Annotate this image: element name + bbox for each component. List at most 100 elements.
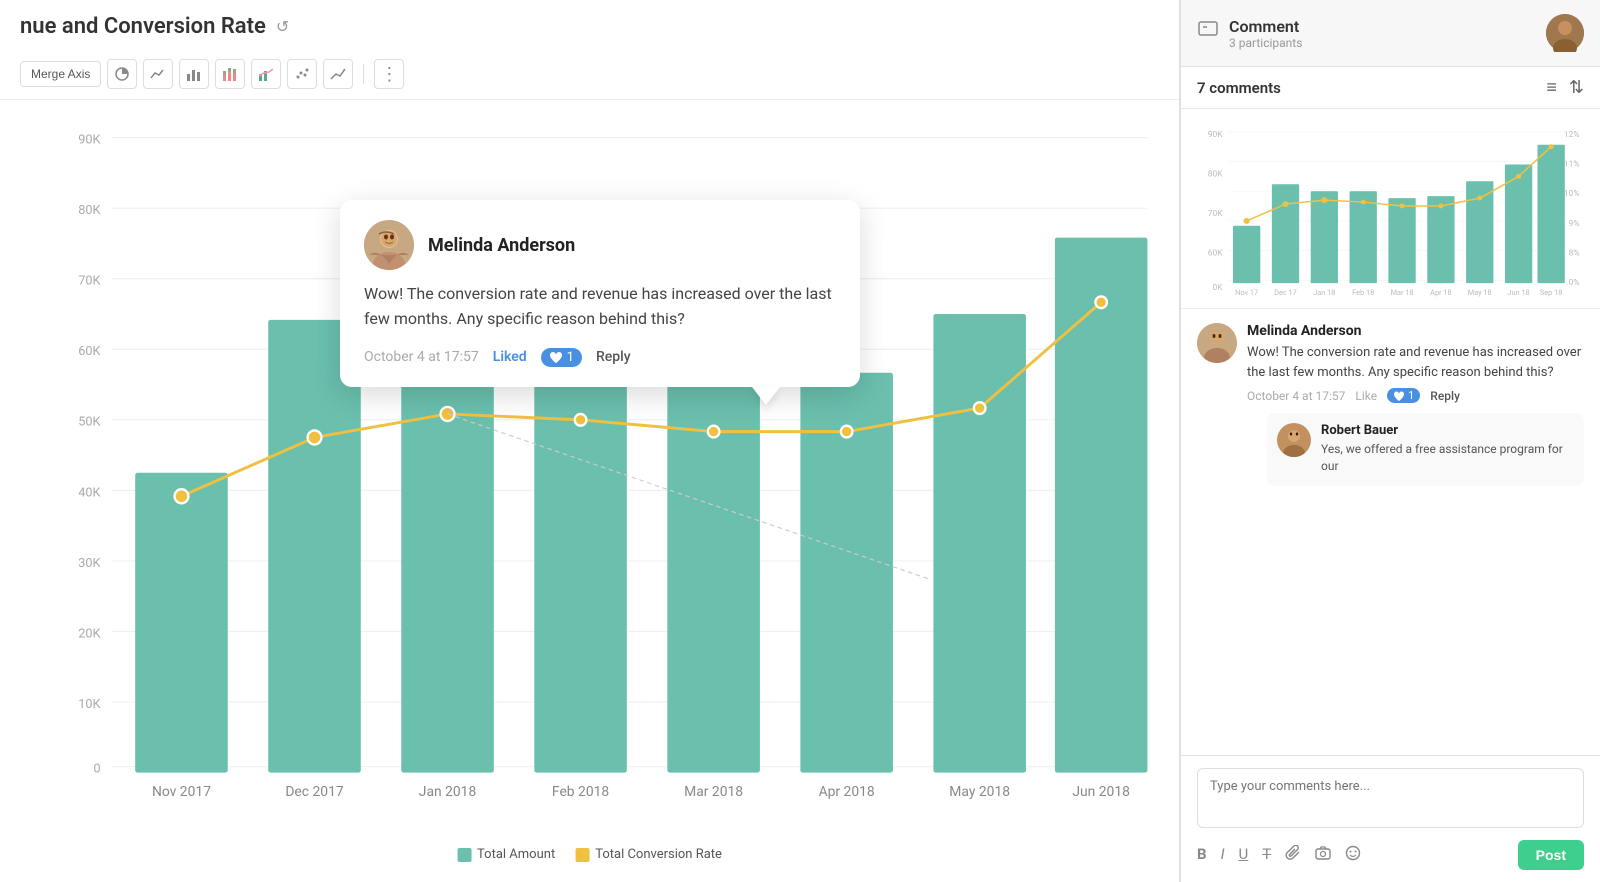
svg-text:60K: 60K — [78, 344, 101, 359]
svg-text:0K: 0K — [1213, 282, 1224, 292]
svg-text:Nov 2017: Nov 2017 — [152, 784, 211, 800]
svg-text:Jun 18: Jun 18 — [1507, 288, 1529, 297]
comment-input-area: B I U T Post — [1181, 755, 1600, 882]
post-button[interactable]: Post — [1518, 840, 1584, 870]
reply-body: Robert Bauer Yes, we offered a free assi… — [1321, 423, 1574, 476]
svg-text:60K: 60K — [1208, 248, 1224, 258]
svg-text:Jun 2018: Jun 2018 — [1072, 784, 1130, 800]
legend-conversion-rate: Total Conversion Rate — [575, 847, 722, 862]
chart-title: nue and Conversion Rate — [20, 14, 266, 39]
popup-reply-button[interactable]: Reply — [596, 349, 631, 365]
comment-panel-actions: ≡ ⇅ — [1546, 77, 1584, 98]
bar-chart-icon[interactable] — [179, 59, 209, 89]
svg-text:Jan 2018: Jan 2018 — [419, 784, 477, 800]
svg-text:Mar 2018: Mar 2018 — [684, 784, 743, 800]
comment-panel-title-group: Comment 3 participants — [1229, 17, 1302, 50]
refresh-icon[interactable]: ↺ — [276, 17, 296, 37]
legend-amount-label: Total Amount — [477, 847, 555, 862]
comment-panel-title: Comment — [1229, 17, 1302, 36]
scatter-chart-icon[interactable] — [287, 59, 317, 89]
comment-body: Melinda Anderson Wow! The conversion rat… — [1247, 323, 1584, 486]
emoji-icon[interactable] — [1345, 845, 1361, 865]
comment-panel: Comment 3 participants 7 comments ≡ ⇅ 12… — [1180, 0, 1600, 882]
pie-chart-icon[interactable] — [107, 59, 137, 89]
popup-actions: October 4 at 17:57 Liked 1 Reply — [364, 348, 836, 367]
svg-text:Dec 17: Dec 17 — [1274, 288, 1297, 297]
chart-legend: Total Amount Total Conversion Rate — [457, 847, 722, 862]
chart-toolbar: Merge Axis ⋮ — [0, 53, 1179, 100]
comment-panel-header: Comment 3 participants — [1181, 0, 1600, 67]
svg-text:20K: 20K — [78, 626, 101, 641]
reply-item: Robert Bauer Yes, we offered a free assi… — [1267, 413, 1584, 486]
stacked-bar-icon[interactable] — [215, 59, 245, 89]
svg-text:May 2018: May 2018 — [949, 784, 1010, 800]
svg-text:30K: 30K — [78, 556, 101, 571]
svg-text:May 18: May 18 — [1468, 288, 1492, 297]
popup-like-count: 1 — [541, 348, 582, 367]
comments-list: Melinda Anderson Wow! The conversion rat… — [1181, 309, 1600, 755]
reply-avatar-robert — [1277, 423, 1311, 457]
popup-user: Melinda Anderson — [364, 220, 836, 270]
line-chart-icon[interactable] — [143, 59, 173, 89]
svg-text:10%: 10% — [1564, 188, 1580, 198]
chart-area: 90K 80K 70K 60K 50K 40K 30K 20K 10K 0 — [0, 100, 1179, 882]
comment-panel-subtitle: 3 participants — [1229, 36, 1302, 50]
comment-toolbar: B I U T Post — [1197, 840, 1584, 870]
trend-icon[interactable] — [323, 59, 353, 89]
legend-amount-color — [457, 848, 471, 862]
svg-text:0%: 0% — [1569, 277, 1580, 287]
svg-text:80K: 80K — [78, 203, 101, 218]
comment-popup: Melinda Anderson Wow! The conversion rat… — [340, 200, 860, 387]
svg-text:Nov 17: Nov 17 — [1235, 288, 1258, 297]
comment-like-button[interactable]: Like — [1355, 389, 1377, 403]
svg-text:8%: 8% — [1569, 248, 1580, 258]
svg-text:Dec 2017: Dec 2017 — [285, 784, 343, 800]
chart-header: nue and Conversion Rate ↺ — [0, 0, 1179, 53]
comment-like-badge: 1 — [1387, 388, 1420, 403]
legend-conversion-color — [575, 848, 589, 862]
legend-conversion-label: Total Conversion Rate — [595, 847, 722, 862]
toolbar-separator — [363, 64, 364, 84]
bold-icon[interactable]: B — [1197, 845, 1207, 865]
comment-panel-bar: 7 comments ≡ ⇅ — [1181, 67, 1600, 109]
italic-icon[interactable]: I — [1221, 845, 1225, 865]
svg-text:Mar 18: Mar 18 — [1391, 288, 1414, 297]
comment-avatar-melinda — [1197, 323, 1237, 363]
combo-chart-icon[interactable] — [251, 59, 281, 89]
svg-text:70K: 70K — [1208, 208, 1224, 218]
comment-author: Melinda Anderson — [1247, 323, 1584, 339]
sort-icon[interactable]: ⇅ — [1569, 77, 1584, 98]
mini-chart: 12% 11% 10% 9% 8% 0% 90K 80K 70K 60K 0K — [1181, 109, 1600, 309]
strikethrough-icon[interactable]: T — [1262, 845, 1271, 865]
camera-icon[interactable] — [1315, 845, 1331, 865]
reply-author: Robert Bauer — [1321, 423, 1574, 438]
svg-text:Feb 18: Feb 18 — [1352, 288, 1374, 297]
comment-item: Melinda Anderson Wow! The conversion rat… — [1197, 323, 1584, 486]
comment-toolbar-icons: B I U T — [1197, 845, 1361, 865]
chart-panel: nue and Conversion Rate ↺ Merge Axis ⋮ — [0, 0, 1180, 882]
svg-text:70K: 70K — [78, 274, 101, 289]
liked-button[interactable]: Liked — [493, 349, 527, 365]
svg-text:Sep 18: Sep 18 — [1540, 288, 1562, 297]
more-options-icon[interactable]: ⋮ — [374, 59, 404, 89]
svg-text:Jan 18: Jan 18 — [1313, 288, 1335, 297]
svg-text:80K: 80K — [1208, 169, 1224, 179]
underline-icon[interactable]: U — [1239, 845, 1249, 865]
comment-count: 7 comments — [1197, 79, 1281, 97]
svg-text:0: 0 — [93, 762, 100, 777]
comment-text: Wow! The conversion rate and revenue has… — [1247, 343, 1584, 382]
menu-icon[interactable]: ≡ — [1546, 77, 1557, 98]
svg-text:90K: 90K — [1208, 129, 1224, 139]
legend-total-amount: Total Amount — [457, 847, 555, 862]
comment-input[interactable] — [1197, 768, 1584, 828]
svg-text:9%: 9% — [1569, 218, 1580, 228]
merge-axis-button[interactable]: Merge Axis — [20, 61, 101, 87]
svg-text:12%: 12% — [1564, 129, 1580, 139]
reply-text: Yes, we offered a free assistance progra… — [1321, 441, 1574, 476]
popup-avatar — [364, 220, 414, 270]
svg-text:90K: 90K — [78, 132, 101, 147]
attachment-icon[interactable] — [1285, 845, 1301, 865]
comment-reply-button[interactable]: Reply — [1430, 389, 1460, 403]
svg-text:10K: 10K — [78, 697, 101, 712]
comment-meta: October 4 at 17:57 Like 1 Reply — [1247, 388, 1584, 403]
